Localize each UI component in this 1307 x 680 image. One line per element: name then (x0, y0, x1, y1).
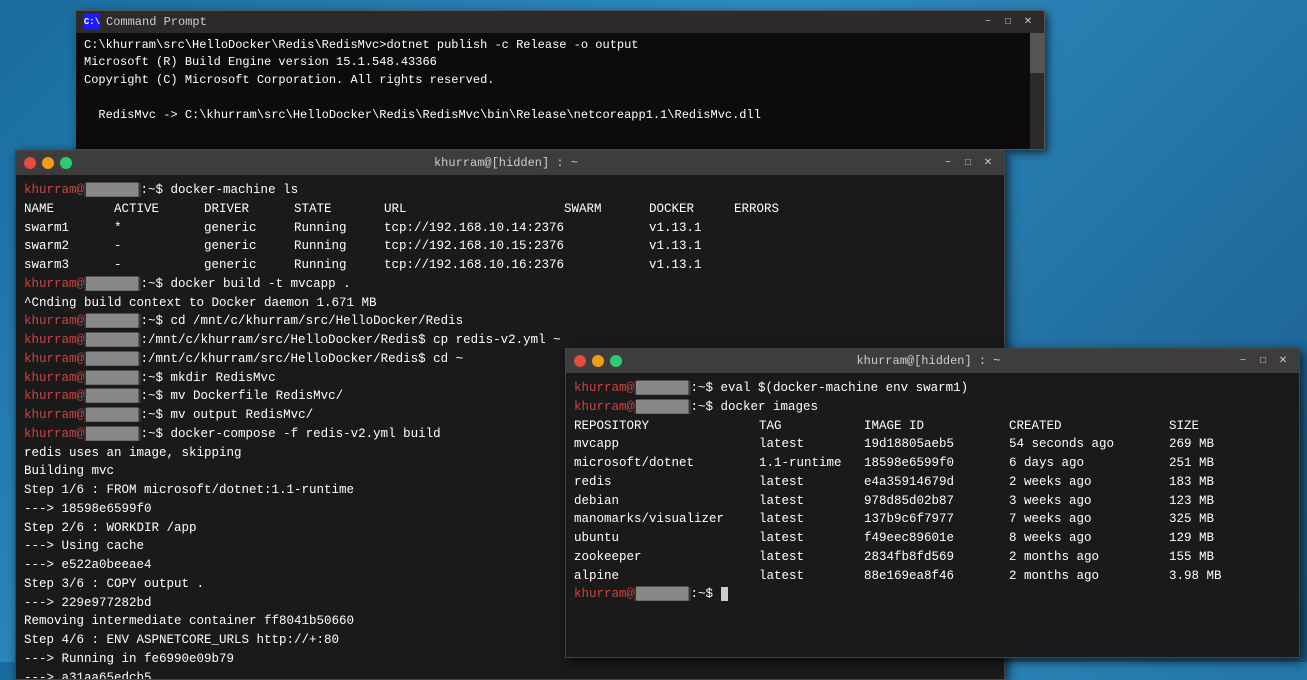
ubuntu-small-content: khurram@███████:~$ eval $(docker-machine… (566, 373, 1299, 657)
cmd-cd-redis: khurram@███████:~$ cd /mnt/c/khurram/src… (24, 312, 996, 331)
image-row-mvcapp: mvcapplatest19d18805aeb554 seconds ago26… (574, 435, 1291, 454)
cmd-docker-build: khurram@███████:~$ docker build -t mvcap… (24, 275, 996, 294)
cmd-docker-machine-ls: khurram@███████:~$ docker-machine ls (24, 181, 996, 200)
maximize-dot[interactable] (60, 157, 72, 169)
cmd-window: C:\ Command Prompt − □ ✕ C:\khurram\src\… (75, 10, 1045, 150)
minimize-dot[interactable] (42, 157, 54, 169)
minimize-dot-small[interactable] (592, 355, 604, 367)
final-prompt: khurram@███████:~$ (574, 585, 1291, 604)
step4-hash: ---> a31aa65edcb5 (24, 669, 996, 680)
image-row-redis: redislateste4a35914679d2 weeks ago183 MB (574, 473, 1291, 492)
close-button[interactable]: ✕ (1020, 15, 1036, 29)
scrollbar-thumb[interactable] (1030, 33, 1044, 73)
ubuntu-small-titlebar: khurram@[hidden] : ~ − □ ✕ (566, 349, 1299, 373)
ubuntu-main-controls: − □ ✕ (940, 156, 996, 170)
image-row-ubuntu: ubuntulatestf49eec89601e8 weeks ago129 M… (574, 529, 1291, 548)
cmd-cp-redis-yml: khurram@███████:/mnt/c/khurram/src/Hello… (24, 331, 996, 350)
docker-machine-table-header: NAMEACTIVEDRIVERSTATEURLSWARMDOCKERERROR… (24, 200, 996, 219)
docker-images-header: REPOSITORYTAGIMAGE IDCREATEDSIZE (574, 417, 1291, 436)
cmd-icon: C:\ (84, 14, 100, 30)
desktop: C:\ Command Prompt − □ ✕ C:\khurram\src\… (0, 0, 1307, 662)
ubuntu-main-title: khurram@[hidden] : ~ (72, 156, 940, 170)
ubuntu-small-minimize-button[interactable]: − (1235, 354, 1251, 368)
ubuntu-small-close-button[interactable]: ✕ (1275, 354, 1291, 368)
cmd-line-2: Microsoft (R) Build Engine version 15.1.… (84, 54, 1036, 71)
close-dot-small[interactable] (574, 355, 586, 367)
maximize-dot-small[interactable] (610, 355, 622, 367)
cmd-title: Command Prompt (106, 15, 207, 29)
ubuntu-dots (24, 157, 72, 169)
cmd-titlebar: C:\ Command Prompt − □ ✕ (76, 11, 1044, 33)
ubuntu-small-window: khurram@[hidden] : ~ − □ ✕ khurram@█████… (565, 348, 1300, 658)
cmd-line-5: RedisMvc -> C:\khurram\src\HelloDocker\R… (84, 107, 1036, 124)
ubuntu-small-title: khurram@[hidden] : ~ (622, 354, 1235, 368)
cnding-context: ^Cnding build context to Docker daemon 1… (24, 294, 996, 313)
image-row-debian: debianlatest978d85d02b873 weeks ago123 M… (574, 492, 1291, 511)
cmd-docker-images: khurram@███████:~$ docker images (574, 398, 1291, 417)
minimize-button[interactable]: − (980, 15, 996, 29)
cmd-line-4 (84, 89, 1036, 106)
image-row-alpine: alpinelatest88e169ea8f462 months ago3.98… (574, 567, 1291, 586)
cmd-eval: khurram@███████:~$ eval $(docker-machine… (574, 379, 1291, 398)
image-row-zookeeper: zookeeperlatest2834fb8fd5692 months ago1… (574, 548, 1291, 567)
swarm1-row: swarm1*genericRunningtcp://192.168.10.14… (24, 219, 996, 238)
cmd-line-3: Copyright (C) Microsoft Corporation. All… (84, 72, 1036, 89)
maximize-button[interactable]: □ (1000, 15, 1016, 29)
swarm3-row: swarm3-genericRunningtcp://192.168.10.16… (24, 256, 996, 275)
ubuntu-main-titlebar: khurram@[hidden] : ~ − □ ✕ (16, 151, 1004, 175)
ubuntu-small-controls: − □ ✕ (1235, 354, 1291, 368)
ubuntu-small-dots (574, 355, 622, 367)
ubuntu-maximize-button[interactable]: □ (960, 156, 976, 170)
cmd-line-1: C:\khurram\src\HelloDocker\Redis\RedisMv… (84, 37, 1036, 54)
titlebar-controls[interactable]: − □ ✕ (980, 15, 1036, 29)
image-row-dotnet: microsoft/dotnet1.1-runtime18598e6599f06… (574, 454, 1291, 473)
swarm2-row: swarm2-genericRunningtcp://192.168.10.15… (24, 237, 996, 256)
cmd-content: C:\khurram\src\HelloDocker\Redis\RedisMv… (76, 33, 1044, 149)
image-row-visualizer: manomarks/visualizerlatest137b9c6f79777 … (574, 510, 1291, 529)
scrollbar[interactable] (1030, 33, 1044, 149)
titlebar-left: C:\ Command Prompt (84, 14, 207, 30)
ubuntu-close-button[interactable]: ✕ (980, 156, 996, 170)
ubuntu-minimize-button[interactable]: − (940, 156, 956, 170)
ubuntu-small-maximize-button[interactable]: □ (1255, 354, 1271, 368)
close-dot[interactable] (24, 157, 36, 169)
